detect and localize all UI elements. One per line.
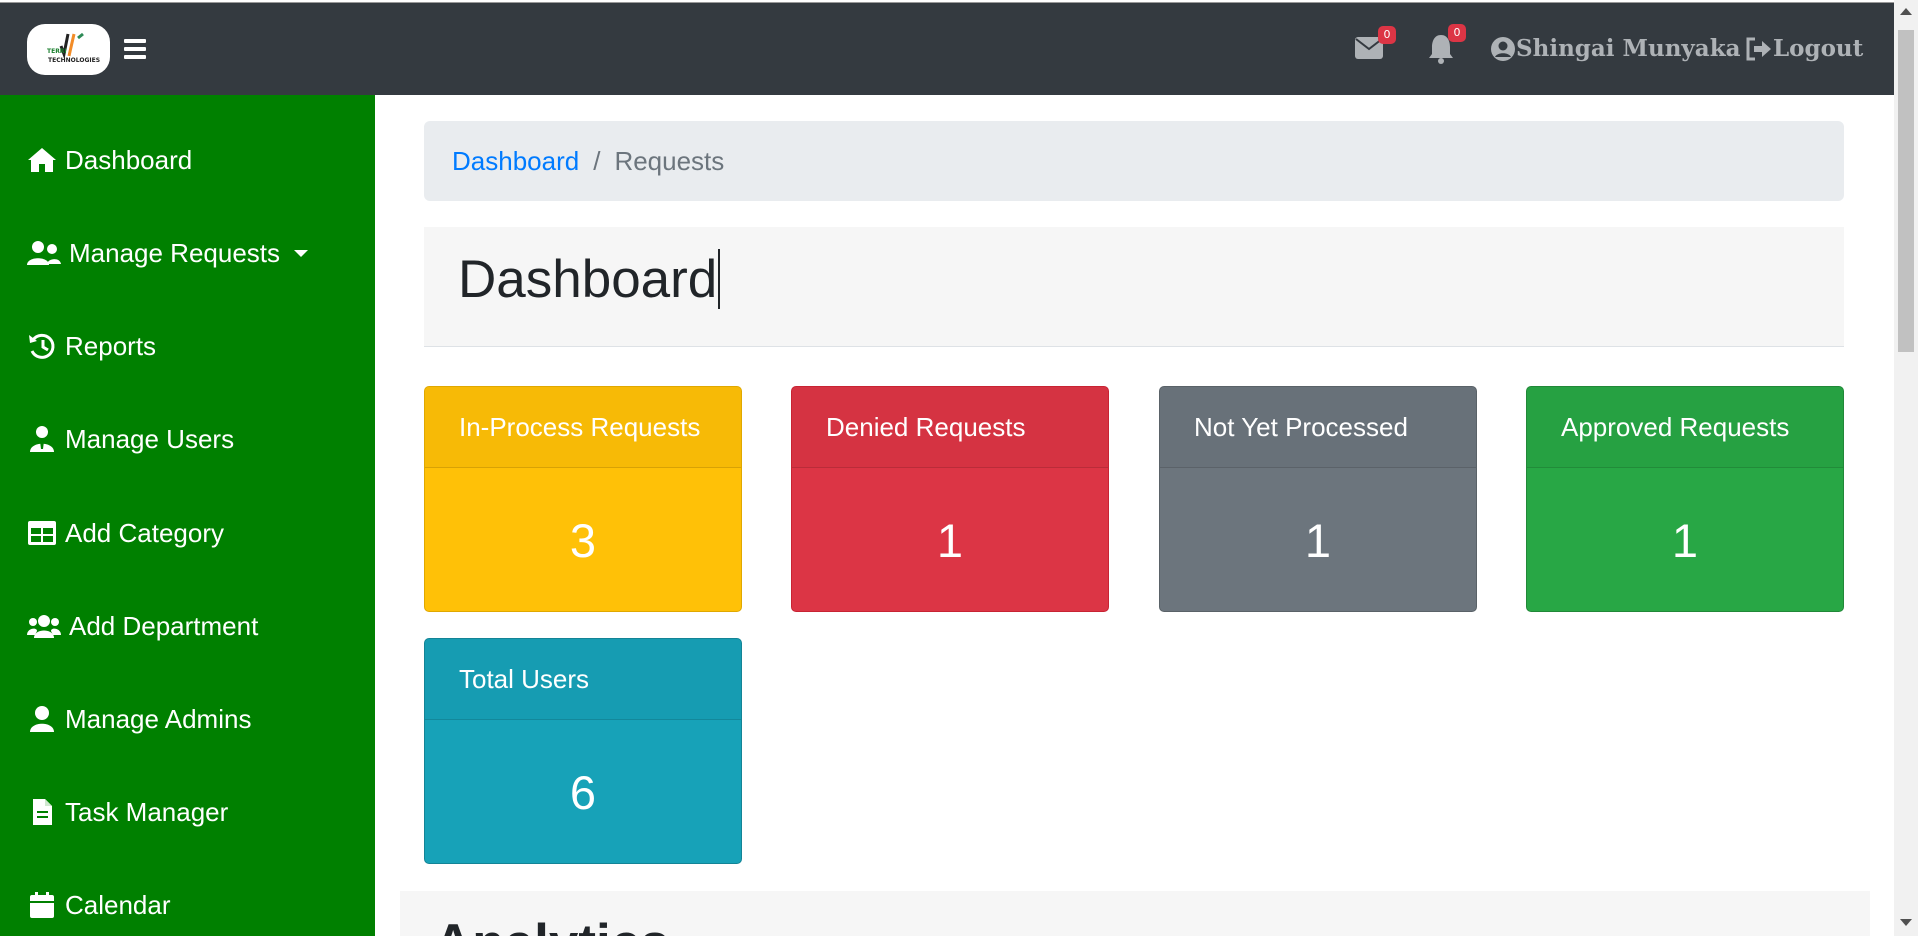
card-value: 6: [569, 766, 597, 819]
history-icon: [29, 333, 55, 359]
sign-out-icon: [1746, 37, 1771, 60]
user-name: Shingai Munyaka: [1516, 35, 1741, 62]
card-header: Not Yet Processed: [1160, 387, 1476, 468]
user-tie-icon: [30, 426, 54, 452]
notifications-button[interactable]: 0: [1428, 24, 1466, 69]
logo-text-bottom: TECHNOLOGIES: [48, 57, 100, 64]
notifications-badge: 0: [1448, 24, 1466, 42]
breadcrumb-current: Requests: [614, 145, 725, 176]
sidebar-item-label: Reports: [65, 330, 157, 361]
stat-card-in-process[interactable]: In-Process Requests 3: [424, 386, 742, 612]
breadcrumb: Dashboard / Requests: [424, 121, 1844, 201]
page-title: Dashboard: [458, 250, 718, 309]
sidebar-item-label: Manage Users: [65, 423, 235, 454]
sidebar-item-label: Dashboard: [65, 144, 193, 175]
brand-logo[interactable]: TERRI TECHNOLOGIES: [27, 24, 110, 75]
dropdown-caret-icon: [294, 249, 309, 257]
sidebar-item-label: Manage Admins: [65, 703, 252, 734]
user-group-icon: [27, 241, 61, 265]
sidebar-item-add-department[interactable]: Add Department: [27, 606, 258, 646]
stat-card-denied[interactable]: Denied Requests 1: [791, 386, 1109, 612]
home-icon: [28, 148, 56, 172]
sidebar-item-manage-admins[interactable]: Manage Admins: [27, 699, 251, 739]
analytics-title: Analytics: [434, 913, 670, 936]
user-circle-icon: [1491, 36, 1515, 61]
user-icon: [30, 706, 54, 732]
logout-link[interactable]: Logout: [1745, 35, 1863, 62]
stat-card-total-users[interactable]: Total Users 6: [424, 638, 742, 864]
logout-label: Logout: [1773, 35, 1864, 62]
breadcrumb-link-dashboard[interactable]: Dashboard: [452, 146, 579, 177]
messages-button[interactable]: 0: [1354, 26, 1396, 65]
menu-toggle-icon[interactable]: [124, 39, 146, 59]
card-header: Total Users: [425, 639, 741, 720]
sidebar-item-label: Add Category: [65, 517, 224, 548]
page-scrollbar[interactable]: [1894, 0, 1918, 936]
sidebar-item-calendar[interactable]: Calendar: [27, 885, 171, 925]
card-value: 1: [1304, 514, 1332, 567]
stat-card-approved[interactable]: Approved Requests 1: [1526, 386, 1844, 612]
sidebar-item-dashboard[interactable]: Dashboard: [27, 140, 192, 180]
analytics-section: Analytics: [400, 891, 1870, 936]
logo-icon: TERRI TECHNOLOGIES: [47, 32, 100, 64]
scroll-thumb[interactable]: [1898, 30, 1914, 352]
text-caret: [718, 249, 720, 309]
messages-badge: 0: [1378, 26, 1396, 44]
card-value: 1: [1671, 514, 1699, 567]
logo-text-top: TERRI: [47, 48, 67, 55]
sidebar-item-label: Manage Requests: [69, 237, 281, 268]
scroll-up-arrow-icon[interactable]: [1900, 8, 1912, 15]
sidebar-item-task-manager[interactable]: Task Manager: [27, 792, 228, 832]
card-header: Denied Requests: [792, 387, 1108, 468]
page-header: Dashboard: [424, 227, 1844, 347]
sidebar-item-add-category[interactable]: Add Category: [27, 513, 224, 553]
sidebar-item-reports[interactable]: Reports: [27, 326, 156, 366]
sidebar-item-label: Add Department: [69, 610, 259, 641]
sidebar-item-manage-users[interactable]: Manage Users: [27, 419, 234, 459]
top-navbar: TERRI TECHNOLOGIES 0 0 Shingai Munyaka L…: [0, 2, 1894, 95]
card-value: 3: [569, 514, 597, 567]
user-profile-link[interactable]: Shingai Munyaka: [1490, 35, 1741, 62]
breadcrumb-separator: /: [593, 145, 601, 176]
scroll-down-arrow-icon[interactable]: [1900, 919, 1912, 926]
table-icon: [28, 521, 56, 545]
sidebar-item-label: Task Manager: [65, 796, 229, 827]
sidebar-item-manage-requests[interactable]: Manage Requests: [27, 233, 309, 273]
card-header: In-Process Requests: [425, 387, 741, 468]
calendar-icon: [30, 892, 54, 918]
card-value: 1: [936, 514, 964, 567]
card-header: Approved Requests: [1527, 387, 1843, 468]
sidebar: Dashboard Manage Requests Reports Manage…: [0, 95, 375, 936]
sidebar-item-label: Calendar: [65, 889, 171, 920]
file-icon: [33, 799, 52, 825]
users-icon: [27, 615, 61, 638]
stat-card-not-processed[interactable]: Not Yet Processed 1: [1159, 386, 1477, 612]
